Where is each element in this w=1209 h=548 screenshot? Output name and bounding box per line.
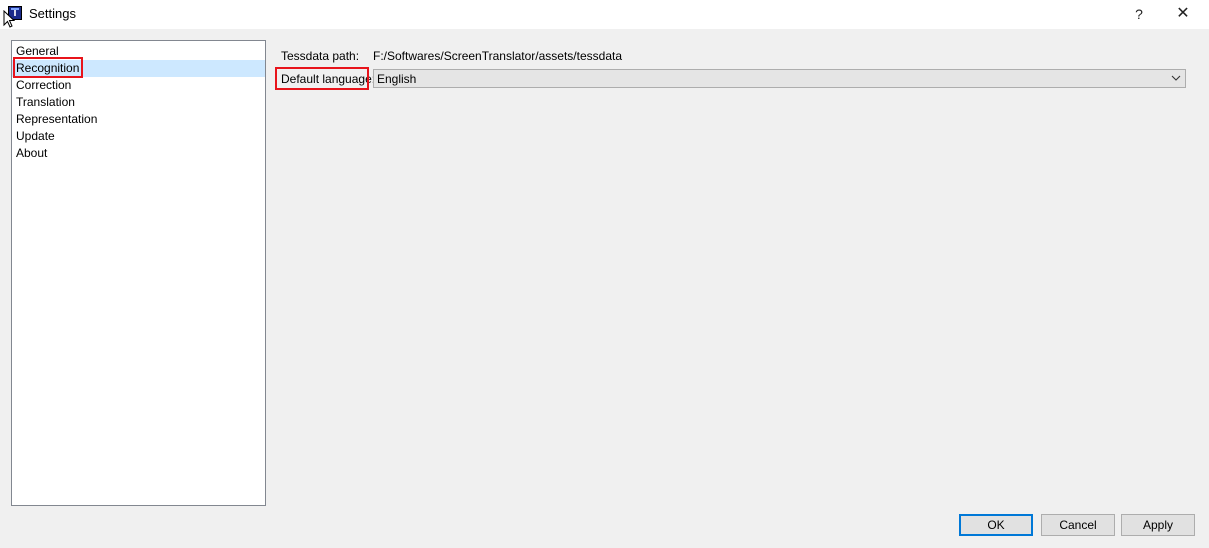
nav-item-representation[interactable]: Representation bbox=[12, 111, 265, 128]
default-language-value: English bbox=[377, 72, 417, 86]
apply-button[interactable]: Apply bbox=[1121, 514, 1195, 536]
nav-item-general[interactable]: General bbox=[12, 43, 265, 60]
mouse-cursor-icon bbox=[3, 10, 15, 28]
tessdata-path-value: F:/Softwares/ScreenTranslator/assets/tes… bbox=[373, 49, 622, 63]
close-button[interactable]: ✕ bbox=[1160, 0, 1206, 29]
title-bar: T Settings ? ✕ bbox=[0, 0, 1209, 29]
nav-item-recognition[interactable]: Recognition bbox=[12, 60, 265, 77]
help-button[interactable]: ? bbox=[1116, 0, 1162, 29]
default-language-label: Default language: bbox=[281, 72, 376, 86]
nav-item-translation[interactable]: Translation bbox=[12, 94, 265, 111]
nav-item-update[interactable]: Update bbox=[12, 128, 265, 145]
nav-item-correction[interactable]: Correction bbox=[12, 77, 265, 94]
chevron-down-icon bbox=[1171, 75, 1181, 81]
nav-item-about[interactable]: About bbox=[12, 145, 265, 162]
cancel-button[interactable]: Cancel bbox=[1041, 514, 1115, 536]
ok-button[interactable]: OK bbox=[959, 514, 1033, 536]
settings-category-list: General Recognition Correction Translati… bbox=[11, 40, 266, 506]
settings-window: T Settings ? ✕ General Recognition Corre… bbox=[0, 0, 1209, 548]
window-title: Settings bbox=[29, 6, 76, 21]
tessdata-path-label: Tessdata path: bbox=[281, 49, 360, 63]
default-language-select[interactable]: English bbox=[373, 69, 1186, 88]
